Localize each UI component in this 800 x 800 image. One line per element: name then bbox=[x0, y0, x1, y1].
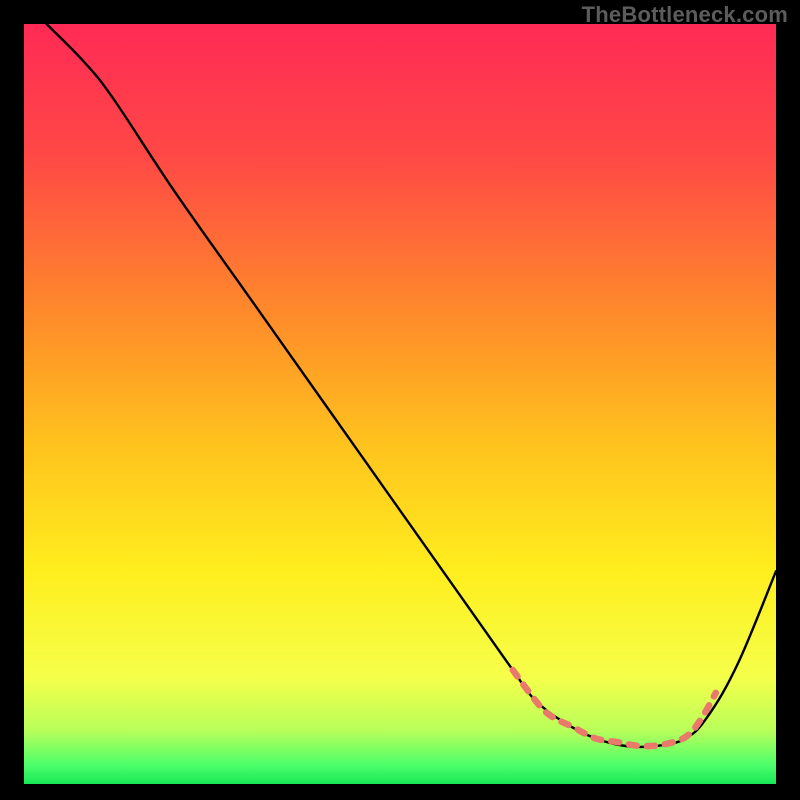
chart-stage: TheBottleneck.com bbox=[0, 0, 800, 800]
bottleneck-chart bbox=[0, 0, 800, 800]
gradient-background bbox=[24, 24, 776, 784]
watermark-label: TheBottleneck.com bbox=[582, 2, 788, 28]
